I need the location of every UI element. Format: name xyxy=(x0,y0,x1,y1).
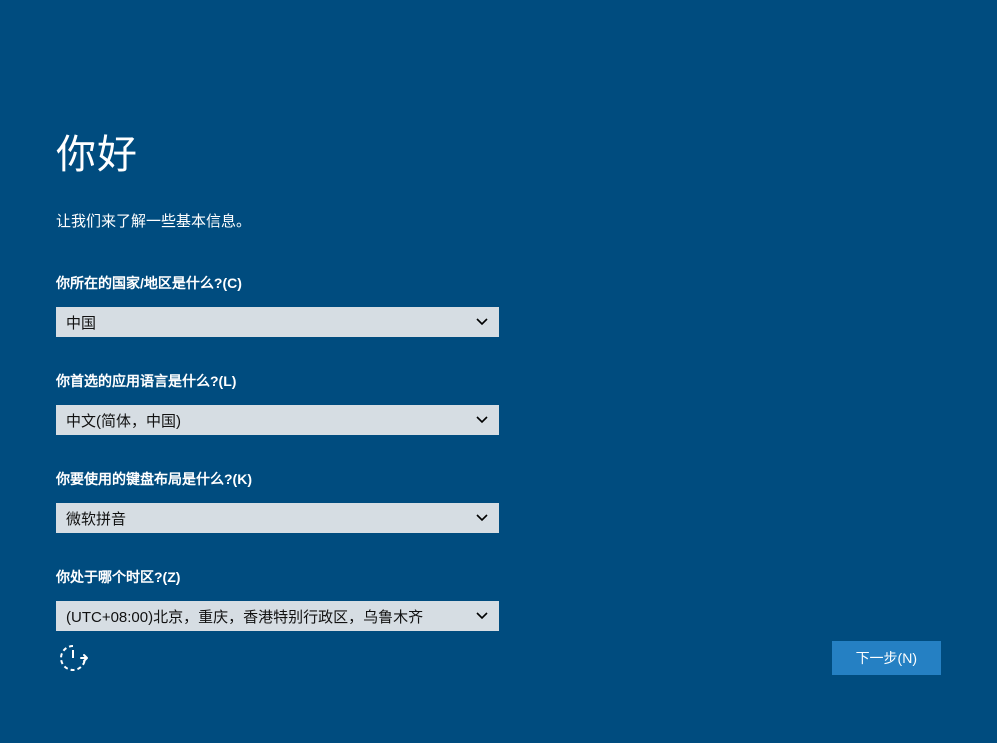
form-group-keyboard: 你要使用的键盘布局是什么?(K) 微软拼音 xyxy=(56,469,941,533)
language-value: 中文(简体，中国) xyxy=(56,410,499,431)
page-title: 你好 xyxy=(56,122,941,180)
chevron-down-icon xyxy=(475,511,489,525)
footer-bar: 下一步(N) xyxy=(56,641,941,675)
timezone-select[interactable]: (UTC+08:00)北京，重庆，香港特别行政区，乌鲁木齐 xyxy=(56,601,499,631)
country-label: 你所在的国家/地区是什么?(C) xyxy=(56,273,941,293)
language-select[interactable]: 中文(简体，中国) xyxy=(56,405,499,435)
keyboard-value: 微软拼音 xyxy=(56,508,499,529)
next-button[interactable]: 下一步(N) xyxy=(832,641,941,675)
chevron-down-icon xyxy=(475,413,489,427)
setup-container: 你好 让我们来了解一些基本信息。 你所在的国家/地区是什么?(C) 中国 你首选… xyxy=(0,0,997,743)
language-label: 你首选的应用语言是什么?(L) xyxy=(56,371,941,391)
keyboard-select[interactable]: 微软拼音 xyxy=(56,503,499,533)
timezone-value: (UTC+08:00)北京，重庆，香港特别行政区，乌鲁木齐 xyxy=(56,606,499,627)
country-value: 中国 xyxy=(56,312,499,333)
form-group-country: 你所在的国家/地区是什么?(C) 中国 xyxy=(56,273,941,337)
timezone-label: 你处于哪个时区?(Z) xyxy=(56,567,941,587)
ease-of-access-icon[interactable] xyxy=(56,641,90,675)
keyboard-label: 你要使用的键盘布局是什么?(K) xyxy=(56,469,941,489)
country-select[interactable]: 中国 xyxy=(56,307,499,337)
chevron-down-icon xyxy=(475,315,489,329)
form-group-language: 你首选的应用语言是什么?(L) 中文(简体，中国) xyxy=(56,371,941,435)
form-group-timezone: 你处于哪个时区?(Z) (UTC+08:00)北京，重庆，香港特别行政区，乌鲁木… xyxy=(56,567,941,631)
page-subtitle: 让我们来了解一些基本信息。 xyxy=(56,210,941,231)
chevron-down-icon xyxy=(475,609,489,623)
